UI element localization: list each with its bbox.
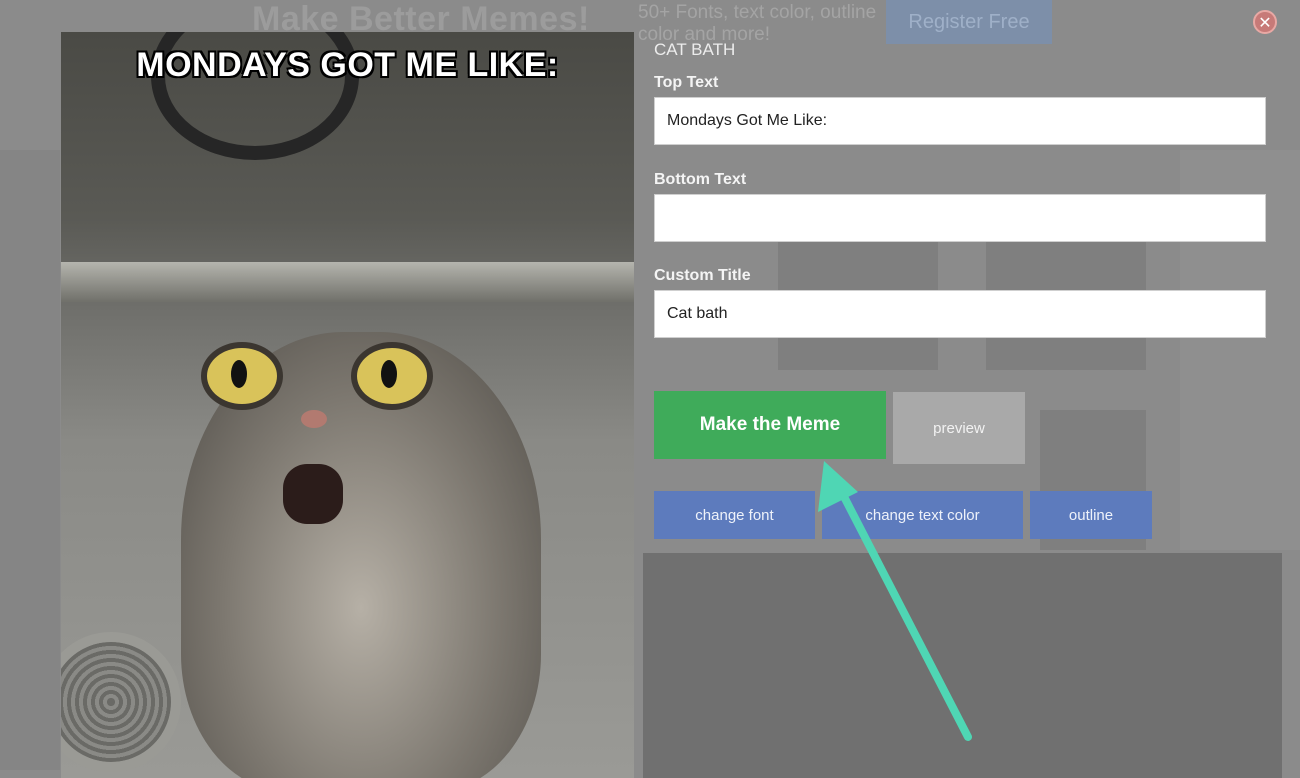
change-font-button[interactable]: change font xyxy=(654,491,815,539)
meme-image: MONDAYS GOT ME LIKE: xyxy=(61,32,634,778)
preview-button[interactable]: preview xyxy=(893,392,1025,464)
close-icon[interactable]: ✕ xyxy=(1253,10,1277,34)
cat-mouth xyxy=(283,464,343,524)
outline-button[interactable]: outline xyxy=(1030,491,1152,539)
custom-title-label: Custom Title xyxy=(654,267,751,284)
background-thumbnail-column xyxy=(0,150,60,770)
background-content-area xyxy=(643,553,1282,778)
bottom-text-input[interactable] xyxy=(654,194,1266,242)
meme-title-heading: CAT BATH xyxy=(654,40,736,59)
cat-nose xyxy=(301,410,327,428)
background-register-button: Register Free xyxy=(886,0,1052,44)
cat-right-eye xyxy=(351,342,433,410)
make-meme-button[interactable]: Make the Meme xyxy=(654,391,886,459)
custom-title-input[interactable] xyxy=(654,290,1266,338)
top-text-input[interactable] xyxy=(654,97,1266,145)
bottom-text-label: Bottom Text xyxy=(654,171,747,188)
top-text-label: Top Text xyxy=(654,74,719,91)
cat-left-eye xyxy=(201,342,283,410)
sink-rim-shape xyxy=(61,262,634,302)
drain-shape xyxy=(61,632,181,772)
change-text-color-button[interactable]: change text color xyxy=(822,491,1023,539)
meme-top-caption: MONDAYS GOT ME LIKE: xyxy=(136,46,559,84)
